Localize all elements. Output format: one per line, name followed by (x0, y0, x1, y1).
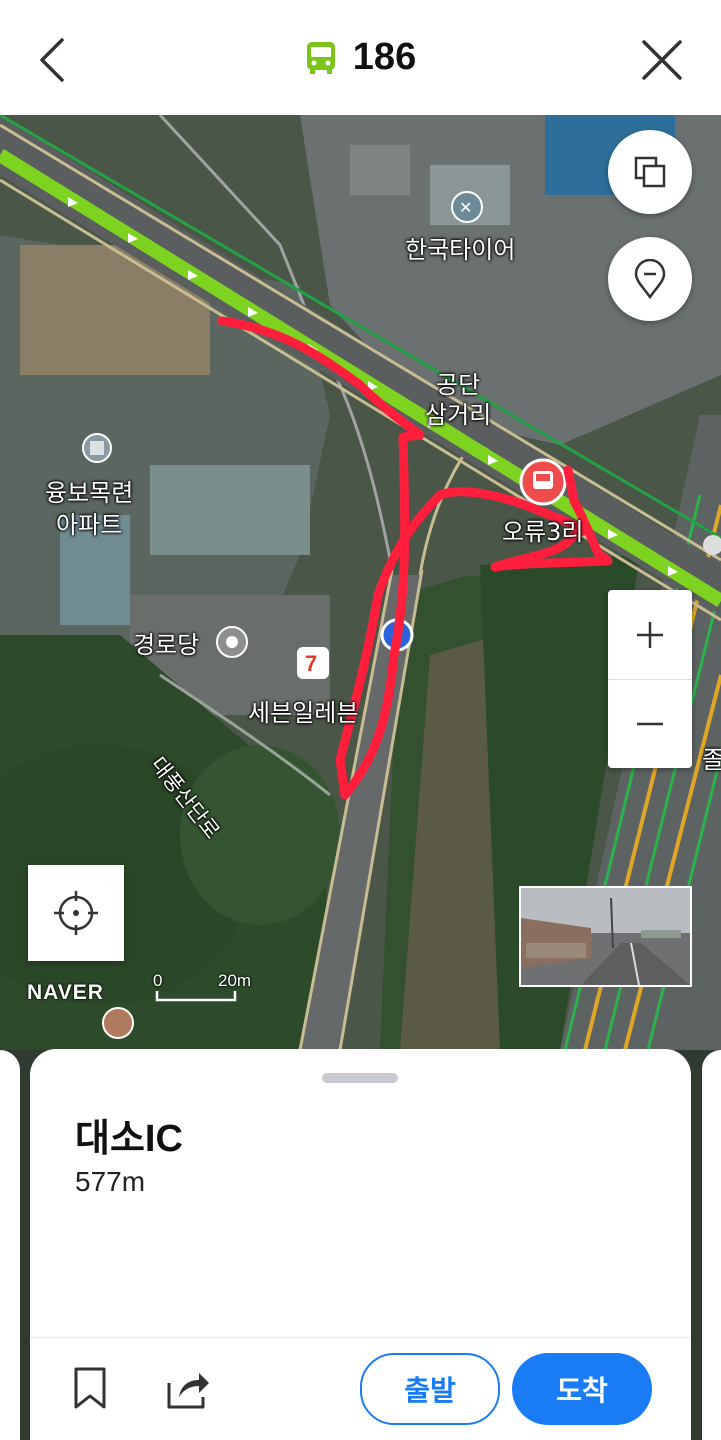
zoom-in-button[interactable] (608, 590, 692, 679)
map-label-apartment: 융보목련 아파트 (45, 479, 134, 539)
share-button[interactable] (165, 1367, 213, 1411)
next-stop-card[interactable] (702, 1050, 721, 1440)
zoom-out-button[interactable] (608, 679, 692, 768)
stop-name: 대소IC (75, 1118, 183, 1160)
previous-stop-card[interactable] (0, 1050, 20, 1440)
route-title: 186 (0, 0, 721, 115)
bus-icon (306, 41, 335, 74)
scale-zero: 0 (153, 971, 163, 990)
svg-text:7: 7 (305, 651, 317, 676)
zoom-controls (608, 590, 692, 768)
crosshair-icon (54, 891, 98, 935)
layers-icon (634, 156, 666, 188)
arrive-button[interactable]: 도착 (512, 1353, 652, 1425)
map-label-senior-center: 경로당 (133, 631, 200, 659)
map-label-bus-stop: 오류3리 (502, 518, 584, 546)
top-bar: 186 (0, 0, 721, 115)
map-label-hankook-tire: 한국타이어 (405, 236, 516, 264)
location-pin-icon (634, 259, 666, 299)
map-label-seven-eleven: 세븐일레븐 (248, 699, 359, 727)
close-icon (642, 40, 682, 80)
plus-icon (637, 621, 663, 648)
bookmark-icon (74, 1367, 106, 1409)
share-icon (167, 1373, 209, 1409)
depart-button[interactable]: 출발 (360, 1353, 500, 1425)
satellite-map[interactable]: ✕ 7 한국타이어 공단 삼거리 융보목련 아파트 경로당 세븐일레븐 대풍산단… (0, 115, 721, 1050)
current-location-button[interactable] (28, 865, 124, 961)
svg-text:✕: ✕ (459, 198, 472, 217)
map-label-gongdan-intersection: 공단 삼거리 (425, 371, 492, 429)
bookmark-button[interactable] (70, 1366, 110, 1410)
sheet-drag-handle[interactable] (322, 1073, 398, 1083)
scale-bar (155, 991, 237, 1002)
street-view-thumbnail[interactable] (519, 886, 692, 987)
minus-icon (637, 722, 663, 725)
map-label-edge: 졸 (702, 746, 721, 774)
bus-number: 186 (352, 36, 417, 78)
stop-distance: 577m (75, 1166, 146, 1197)
map-pin-button[interactable] (608, 237, 692, 321)
scale-distance: 20m (218, 971, 252, 990)
street-view-image (521, 888, 690, 985)
stop-info-card: 대소IC 577m 출발 도착 (30, 1049, 691, 1440)
sheet-divider (30, 1337, 691, 1338)
naver-logo: NAVER (27, 981, 104, 1004)
close-button[interactable] (634, 32, 690, 88)
map-layers-button[interactable] (608, 130, 692, 214)
